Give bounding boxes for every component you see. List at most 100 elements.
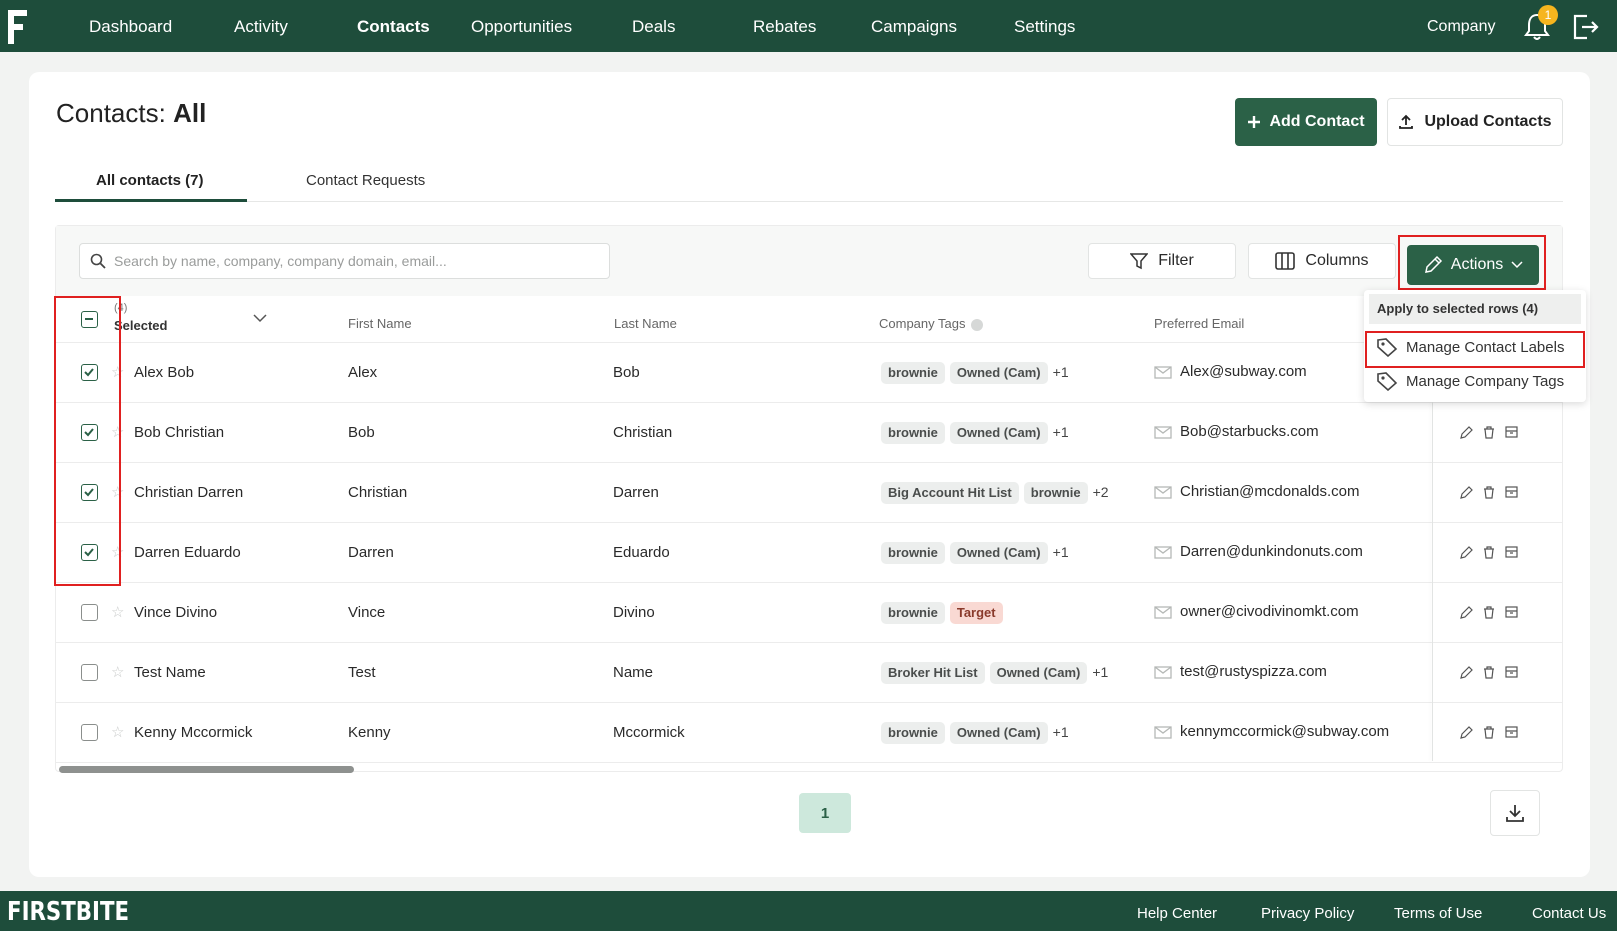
firstbite-logo-icon[interactable] (6, 6, 30, 46)
last-name-cell: Mccormick (613, 724, 685, 741)
privacy-policy-link[interactable]: Privacy Policy (1261, 905, 1354, 922)
nav-deals[interactable]: Deals (632, 0, 675, 52)
company-tag[interactable]: Owned (Cam) (949, 542, 1048, 564)
tab-contact-requests[interactable]: Contact Requests (306, 172, 425, 189)
company-tag[interactable]: brownie (1023, 482, 1088, 504)
company-tag[interactable]: brownie (881, 422, 945, 444)
footer-logo[interactable]: FIRSTBITE (7, 897, 129, 927)
company-tags-header[interactable]: Company Tags (879, 316, 984, 331)
more-tags-count[interactable]: +1 (1092, 664, 1108, 680)
search-input[interactable] (114, 253, 594, 269)
edit-icon[interactable] (1460, 726, 1473, 739)
columns-icon (1275, 252, 1296, 270)
edit-icon[interactable] (1460, 486, 1473, 499)
selected-column-header[interactable]: Selected (114, 318, 167, 333)
horizontal-scrollbar[interactable] (59, 766, 354, 773)
last-name-cell: Darren (613, 484, 659, 501)
trash-icon[interactable] (1483, 546, 1495, 559)
company-menu[interactable]: Company (1427, 0, 1495, 52)
preferred-email-cell: owner@civodivinomkt.com (1154, 603, 1359, 620)
more-tags-count[interactable]: +1 (1053, 424, 1069, 440)
company-tag[interactable]: Target (949, 602, 1003, 624)
nav-opportunities[interactable]: Opportunities (471, 0, 572, 52)
more-tags-count[interactable]: +1 (1053, 544, 1069, 560)
row-checkbox[interactable] (81, 604, 98, 621)
edit-icon[interactable] (1460, 426, 1473, 439)
company-tags-cell: brownie Owned (Cam) +1 (881, 422, 1069, 444)
trash-icon[interactable] (1483, 486, 1495, 499)
tab-all-contacts[interactable]: All contacts (7) (96, 172, 204, 189)
email-text: Darren@dunkindonuts.com (1180, 543, 1363, 560)
edit-icon[interactable] (1460, 546, 1473, 559)
first-name-cell: Vince (348, 604, 386, 621)
dropdown-header: Apply to selected rows (4) (1369, 294, 1581, 324)
download-button[interactable] (1490, 790, 1540, 836)
company-tag[interactable]: Owned (Cam) (989, 662, 1088, 684)
tag-icon (1377, 372, 1398, 391)
upload-contacts-button[interactable]: Upload Contacts (1387, 98, 1563, 146)
search-field[interactable] (79, 243, 610, 279)
star-icon[interactable]: ☆ (111, 663, 124, 681)
archive-icon[interactable] (1505, 426, 1518, 438)
trash-icon[interactable] (1483, 606, 1495, 619)
contact-full-name: Alex Bob (134, 364, 195, 381)
last-name-cell: Divino (613, 604, 655, 621)
nav-campaigns[interactable]: Campaigns (871, 0, 957, 52)
company-tag[interactable]: Owned (Cam) (949, 722, 1048, 744)
page-1-button[interactable]: 1 (799, 793, 851, 833)
company-tag[interactable]: brownie (881, 542, 945, 564)
company-tag[interactable]: brownie (881, 602, 945, 624)
edit-icon[interactable] (1460, 666, 1473, 679)
star-icon[interactable]: ☆ (111, 603, 124, 621)
row-checkbox[interactable] (81, 664, 98, 681)
archive-icon[interactable] (1505, 606, 1518, 618)
archive-icon[interactable] (1505, 486, 1518, 498)
contact-full-name: Darren Eduardo (134, 544, 241, 561)
nav-dashboard[interactable]: Dashboard (89, 0, 172, 52)
plus-icon (1248, 116, 1261, 128)
company-tag[interactable]: Broker Hit List (881, 662, 985, 684)
trash-icon[interactable] (1483, 726, 1495, 739)
archive-icon[interactable] (1505, 726, 1518, 738)
nav-rebates[interactable]: Rebates (753, 0, 816, 52)
mail-icon (1154, 725, 1172, 739)
row-actions (1460, 546, 1518, 559)
table-row[interactable] (56, 643, 1562, 703)
nav-activity[interactable]: Activity (234, 0, 288, 52)
manage-company-tags-item[interactable]: Manage Company Tags (1376, 371, 1564, 391)
trash-icon[interactable] (1483, 666, 1495, 679)
edit-icon[interactable] (1460, 606, 1473, 619)
contact-us-link[interactable]: Contact Us (1532, 905, 1606, 922)
table-row[interactable] (56, 343, 1562, 403)
company-tag[interactable]: brownie (881, 722, 945, 744)
email-text: Christian@mcdonalds.com (1180, 483, 1360, 500)
archive-icon[interactable] (1505, 666, 1518, 678)
terms-of-use-link[interactable]: Terms of Use (1394, 905, 1482, 922)
star-icon[interactable]: ☆ (111, 723, 124, 741)
row-checkbox[interactable] (81, 724, 98, 741)
company-tag[interactable]: brownie (881, 362, 945, 384)
page-title: Contacts: All (56, 98, 207, 128)
table-header (56, 296, 1562, 343)
table-row[interactable] (56, 403, 1562, 463)
company-tag[interactable]: Owned (Cam) (949, 422, 1048, 444)
chevron-down-icon[interactable] (253, 314, 267, 323)
add-contact-button[interactable]: Add Contact (1235, 98, 1377, 146)
more-tags-count[interactable]: +1 (1053, 364, 1069, 380)
nav-settings[interactable]: Settings (1014, 0, 1075, 52)
more-tags-count[interactable]: +2 (1093, 484, 1109, 500)
more-tags-count[interactable]: +1 (1053, 724, 1069, 740)
help-center-link[interactable]: Help Center (1137, 905, 1217, 922)
nav-contacts[interactable]: Contacts (357, 0, 430, 52)
archive-icon[interactable] (1505, 546, 1518, 558)
first-name-header[interactable]: First Name (348, 316, 412, 331)
contact-full-name: Christian Darren (134, 484, 244, 501)
last-name-header[interactable]: Last Name (614, 316, 677, 331)
preferred-email-header[interactable]: Preferred Email (1154, 316, 1244, 331)
logout-icon[interactable] (1570, 12, 1600, 42)
columns-button[interactable]: Columns (1248, 243, 1396, 279)
filter-button[interactable]: Filter (1088, 243, 1236, 279)
trash-icon[interactable] (1483, 426, 1495, 439)
company-tag[interactable]: Big Account Hit List (881, 482, 1019, 504)
company-tag[interactable]: Owned (Cam) (949, 362, 1048, 384)
